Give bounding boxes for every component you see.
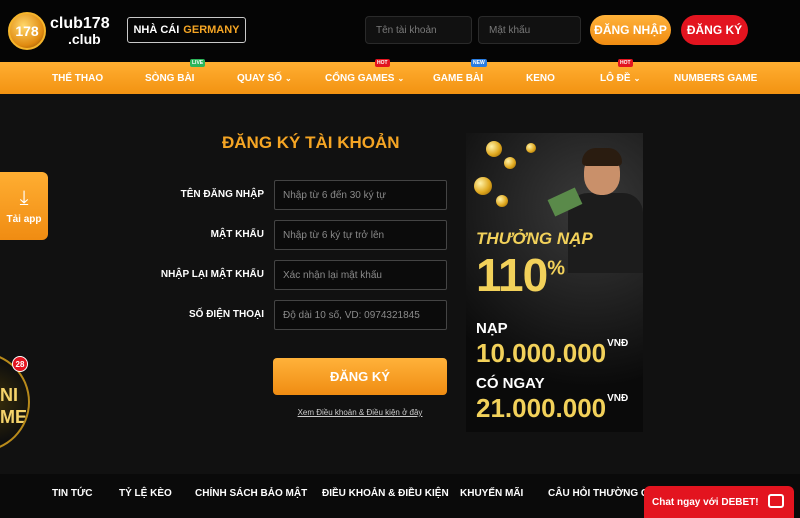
chevron-down-icon: ⌄ — [285, 73, 292, 83]
coin-icon — [504, 157, 516, 169]
chat-label: Chat ngay với DEBET! — [652, 496, 759, 508]
new-tag: NEW — [471, 59, 487, 67]
footer-link-khuyen-mai[interactable]: KHUYẾN MÃI — [460, 488, 523, 499]
nav-item-cong-games[interactable]: CỔNG GAMES ⌄ HOT — [325, 59, 405, 94]
nav-item-the-thao[interactable]: THỂ THAO — [52, 62, 103, 94]
promo-percent-value: 110 — [476, 249, 548, 301]
form-title: ĐĂNG KÝ TÀI KHOẢN — [222, 133, 400, 152]
footer-link-tin-tuc[interactable]: TIN TỨC — [52, 488, 93, 499]
hot-tag: HOT — [375, 59, 390, 67]
promo-model-hair — [582, 148, 622, 166]
coin-icon — [526, 143, 536, 153]
page-root: 178 club178 .club NHÀ CÁI GERMANY ĐĂNG N… — [0, 0, 800, 518]
confirm-password-label: NHẬP LẠI MẬT KHẨU — [160, 269, 264, 280]
nav-item-label: SÒNG BÀI — [145, 72, 195, 84]
brand-name: GERMANY — [183, 24, 240, 36]
promo-deposit-value: 10.000.000 — [476, 338, 607, 368]
promo-percent-sign: % — [547, 257, 565, 280]
reg-password-input[interactable] — [274, 220, 447, 250]
download-app-label: Tải app — [6, 213, 42, 225]
logo-line1: club178 — [50, 15, 110, 32]
coin-icon — [496, 195, 508, 207]
password-input[interactable] — [478, 16, 581, 44]
brand-badge[interactable]: NHÀ CÁI GERMANY — [127, 17, 246, 43]
footer-link-ty-le-keo[interactable]: TỶ LỆ KÈO — [119, 488, 172, 499]
currency-label: VNĐ — [607, 393, 629, 404]
nav-item-label: KENO — [526, 72, 555, 84]
phone-label: SỐ ĐIỆN THOẠI — [188, 309, 264, 320]
terms-link[interactable]: Xem Điều khoản & Điều kiện ở đây — [273, 408, 447, 417]
reg-phone-input[interactable] — [274, 300, 447, 330]
username-input[interactable] — [365, 16, 472, 44]
nav-item-numbers-game[interactable]: NUMBERS GAME — [674, 62, 757, 94]
reg-confirm-password-input[interactable] — [274, 260, 447, 290]
footer-link-dieu-khoan[interactable]: ĐIỀU KHOẢN & ĐIỀU KIỆN — [322, 488, 449, 499]
mini-game-badge: 28 — [12, 356, 28, 372]
logo-text: club178 .club — [50, 15, 110, 47]
main-nav: THỂ THAO SÒNG BÀI LIVE QUAY SỐ ⌄ CỔNG GA… — [0, 59, 800, 94]
submit-register-button[interactable]: ĐĂNG KÝ — [273, 358, 447, 395]
site-logo[interactable]: 178 club178 .club — [8, 8, 120, 54]
coin-icon — [486, 141, 502, 157]
live-tag: LIVE — [190, 59, 206, 67]
password-label: MẬT KHẨU — [210, 229, 264, 240]
promo-deposit-label: NẠP — [476, 320, 508, 337]
chat-widget-button[interactable]: Chat ngay với DEBET! — [644, 486, 794, 518]
logo-mark-icon: 178 — [8, 12, 46, 50]
footer-link-chinh-sach[interactable]: CHÍNH SÁCH BẢO MẬT — [195, 488, 307, 499]
promo-bonus-label: CÓ NGAY — [476, 375, 545, 392]
header: 178 club178 .club NHÀ CÁI GERMANY ĐĂNG N… — [0, 0, 800, 62]
nav-item-game-bai[interactable]: GAME BÀI NEW — [433, 59, 487, 94]
register-button[interactable]: ĐĂNG KÝ — [681, 15, 748, 45]
nav-item-label: NUMBERS GAME — [674, 72, 758, 84]
logo-line2: .club — [68, 31, 101, 47]
nav-item-lo-de[interactable]: LÔ ĐỀ ⌄ HOT — [600, 59, 641, 94]
reg-username-input[interactable] — [274, 180, 447, 210]
nav-item-label: GAME BÀI — [433, 72, 483, 84]
login-button[interactable]: ĐĂNG NHẬP — [590, 15, 671, 45]
coin-icon — [474, 177, 492, 195]
mini-game-text: NI ME — [0, 385, 27, 427]
promo-percent: 110% — [476, 248, 565, 302]
download-icon: ⤓ — [19, 186, 29, 209]
promo-bonus-amount: 21.000.000VNĐ — [476, 393, 628, 424]
currency-label: VNĐ — [607, 338, 629, 349]
download-app-button[interactable]: ⤓ Tải app — [0, 172, 48, 240]
promo-banner[interactable]: THƯỞNG NẠP 110% NẠP 10.000.000VNĐ CÓ NGA… — [466, 133, 643, 432]
promo-bonus-value: 21.000.000 — [476, 393, 607, 423]
chevron-down-icon: ⌄ — [633, 73, 641, 83]
nav-item-label: THỂ THAO — [52, 72, 104, 84]
hot-tag: HOT — [618, 59, 633, 67]
promo-headline: THƯỞNG NẠP — [476, 229, 593, 248]
nav-item-quay-so[interactable]: QUAY SỐ ⌄ — [237, 62, 292, 94]
nav-item-label: LÔ ĐỀ — [600, 72, 631, 84]
chevron-down-icon: ⌄ — [397, 73, 405, 83]
username-label: TÊN ĐĂNG NHẬP — [180, 189, 264, 200]
nav-item-label: CỔNG GAMES — [325, 72, 395, 84]
brand-prefix: NHÀ CÁI — [133, 24, 180, 36]
nav-item-song-bai[interactable]: SÒNG BÀI LIVE — [145, 59, 206, 94]
nav-item-keno[interactable]: KENO — [526, 62, 555, 94]
chat-icon — [768, 494, 784, 508]
nav-item-label: QUAY SỐ — [237, 72, 283, 84]
promo-deposit-amount: 10.000.000VNĐ — [476, 338, 628, 369]
